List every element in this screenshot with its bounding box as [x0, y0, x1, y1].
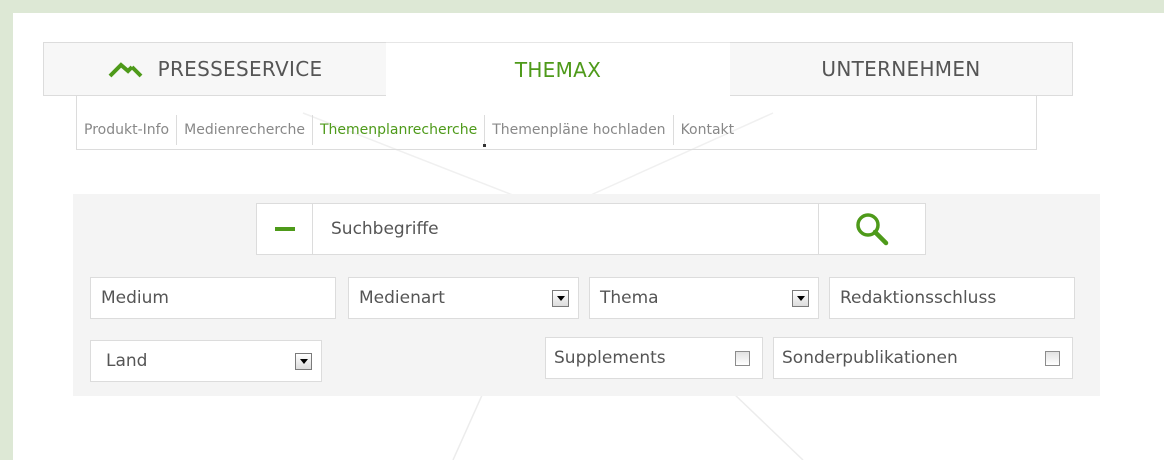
thema-select-value: Thema: [600, 288, 659, 308]
supplements-checkbox[interactable]: [735, 351, 750, 366]
sonderpublikationen-label: Sonderpublikationen: [782, 348, 958, 368]
content-panel: PRESSESERVICE THEMAX UNTERNEHMEN Produkt…: [13, 13, 1164, 460]
search-icon: [856, 213, 889, 246]
tab-presseservice[interactable]: PRESSESERVICE: [43, 42, 386, 96]
redaktionsschluss-field[interactable]: [829, 277, 1075, 319]
land-dropdown-arrow-icon[interactable]: [295, 353, 312, 370]
land-select[interactable]: Land: [90, 340, 322, 382]
search-form: Medienart Thema Land Supplements Sonderp…: [73, 194, 1100, 396]
redaktionsschluss-input[interactable]: [840, 278, 1074, 318]
minus-icon: [274, 227, 295, 231]
land-select-value: Land: [106, 351, 148, 371]
sonderpublikationen-option[interactable]: Sonderpublikationen: [773, 337, 1073, 379]
search-button[interactable]: [819, 204, 925, 254]
subnav-themenplanrecherche[interactable]: Themenplanrecherche: [313, 115, 487, 147]
medienart-dropdown-arrow-icon[interactable]: [552, 290, 569, 307]
home-roof-icon: [108, 59, 144, 79]
medium-input[interactable]: [101, 278, 335, 318]
tab-themax-label: THEMAX: [514, 57, 602, 82]
tab-presseservice-label: PRESSESERVICE: [157, 57, 323, 81]
subnav-themenplaene-hochladen[interactable]: Themenpläne hochladen: [485, 115, 674, 145]
medium-field[interactable]: [90, 277, 336, 319]
search-input[interactable]: [313, 204, 819, 254]
thema-dropdown-arrow-icon[interactable]: [792, 290, 809, 307]
tab-unternehmen-label: UNTERNEHMEN: [821, 57, 981, 81]
subnav-medienrecherche[interactable]: Medienrecherche: [177, 115, 313, 145]
search-bar: [256, 203, 926, 255]
tab-themax[interactable]: THEMAX: [386, 42, 730, 96]
medienart-select-value: Medienart: [359, 288, 445, 308]
medienart-select[interactable]: Medienart: [348, 277, 579, 319]
collapse-filters-button[interactable]: [257, 204, 313, 254]
subnav-kontakt[interactable]: Kontakt: [674, 115, 742, 145]
sub-navigation-list: Produkt-Info Medienrecherche Themenplanr…: [77, 115, 742, 147]
supplements-option[interactable]: Supplements: [545, 337, 763, 379]
tab-unternehmen[interactable]: UNTERNEHMEN: [730, 42, 1073, 96]
thema-select[interactable]: Thema: [589, 277, 819, 319]
subnav-produkt-info[interactable]: Produkt-Info: [77, 115, 178, 145]
supplements-label: Supplements: [554, 348, 666, 368]
sub-navigation: Produkt-Info Medienrecherche Themenplanr…: [76, 96, 1037, 150]
sonderpublikationen-checkbox[interactable]: [1045, 351, 1060, 366]
